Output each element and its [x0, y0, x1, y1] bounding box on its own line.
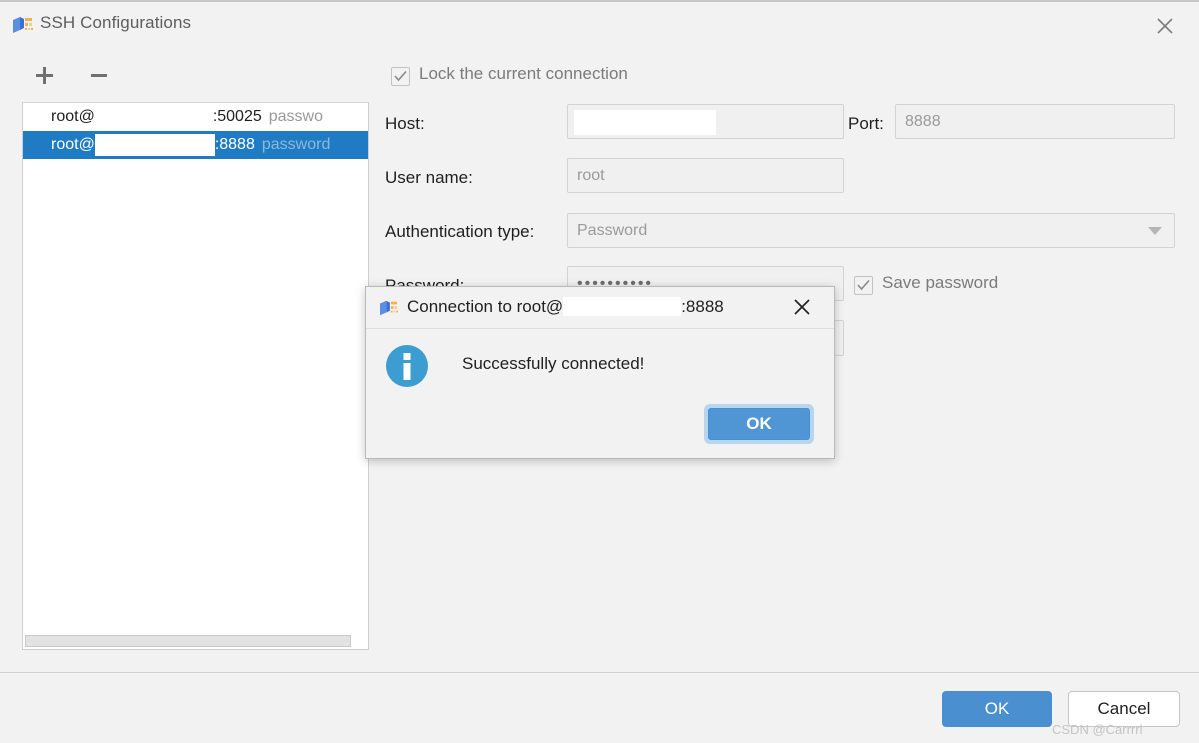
list-item-user: root@ — [51, 108, 95, 125]
auth-type-value: Password — [577, 222, 648, 239]
checkbox-box — [391, 67, 410, 86]
redacted-host — [563, 297, 682, 316]
remote-host-icon — [379, 299, 399, 317]
list-item[interactable]: root@ :50025 passwo — [23, 103, 368, 131]
add-configuration-button[interactable] — [30, 61, 60, 91]
connection-list-toolbar — [22, 55, 370, 100]
checkbox-box — [854, 276, 873, 295]
scrollbar-thumb[interactable] — [25, 635, 351, 647]
connection-list[interactable]: root@ :50025 passwo root@ :8888 password — [22, 102, 369, 650]
port-input[interactable]: 8888 — [895, 104, 1175, 139]
dialog-message: Successfully connected! — [462, 354, 645, 373]
dialog-ok-label: OK — [708, 408, 810, 440]
list-horizontal-scrollbar[interactable] — [23, 633, 368, 649]
footer-separator — [0, 672, 1199, 673]
remove-configuration-button[interactable] — [84, 61, 114, 91]
redacted-host-value — [574, 110, 716, 135]
dialog-titlebar: Connection to root@ :8888 — [366, 287, 834, 329]
redacted-host — [94, 133, 215, 156]
port-label: Port: — [848, 114, 884, 133]
auth-type-label: Authentication type: — [385, 222, 535, 241]
list-item-port: :50025 — [212, 108, 262, 125]
lock-connection-label: Lock the current connection — [419, 64, 628, 83]
host-label: Host: — [385, 114, 425, 133]
watermark: CSDN @Carrrrl — [1052, 722, 1143, 737]
list-item[interactable]: root@ :8888 password — [23, 131, 368, 159]
username-input[interactable]: root — [567, 158, 844, 193]
list-item-port: :8888 — [214, 136, 255, 153]
list-item-auth: passwo — [268, 108, 323, 125]
dialog-title: Connection to root@ :8888 — [407, 297, 724, 317]
username-label: User name: — [385, 168, 473, 187]
host-input[interactable] — [567, 104, 844, 139]
close-icon[interactable] — [1143, 10, 1187, 40]
dialog-title-prefix: Connection to root@ — [407, 297, 564, 316]
window-titlebar: SSH Configurations — [0, 0, 1199, 48]
window-title: SSH Configurations — [40, 13, 192, 32]
list-item-user: root@ — [51, 136, 95, 153]
redacted-host — [94, 105, 213, 128]
auth-type-select[interactable]: Password — [567, 213, 1175, 248]
connection-success-dialog: Connection to root@ :8888 Successfully co… — [365, 286, 835, 459]
info-icon — [385, 344, 429, 388]
close-icon[interactable] — [792, 297, 816, 319]
dialog-ok-button[interactable]: OK — [704, 404, 814, 444]
save-password-label: Save password — [882, 273, 999, 292]
list-item-auth: password — [261, 136, 331, 153]
remote-host-icon — [12, 15, 34, 35]
dialog-title-suffix: :8888 — [681, 297, 724, 316]
chevron-down-icon — [1148, 227, 1162, 235]
ok-button[interactable]: OK — [942, 691, 1052, 727]
